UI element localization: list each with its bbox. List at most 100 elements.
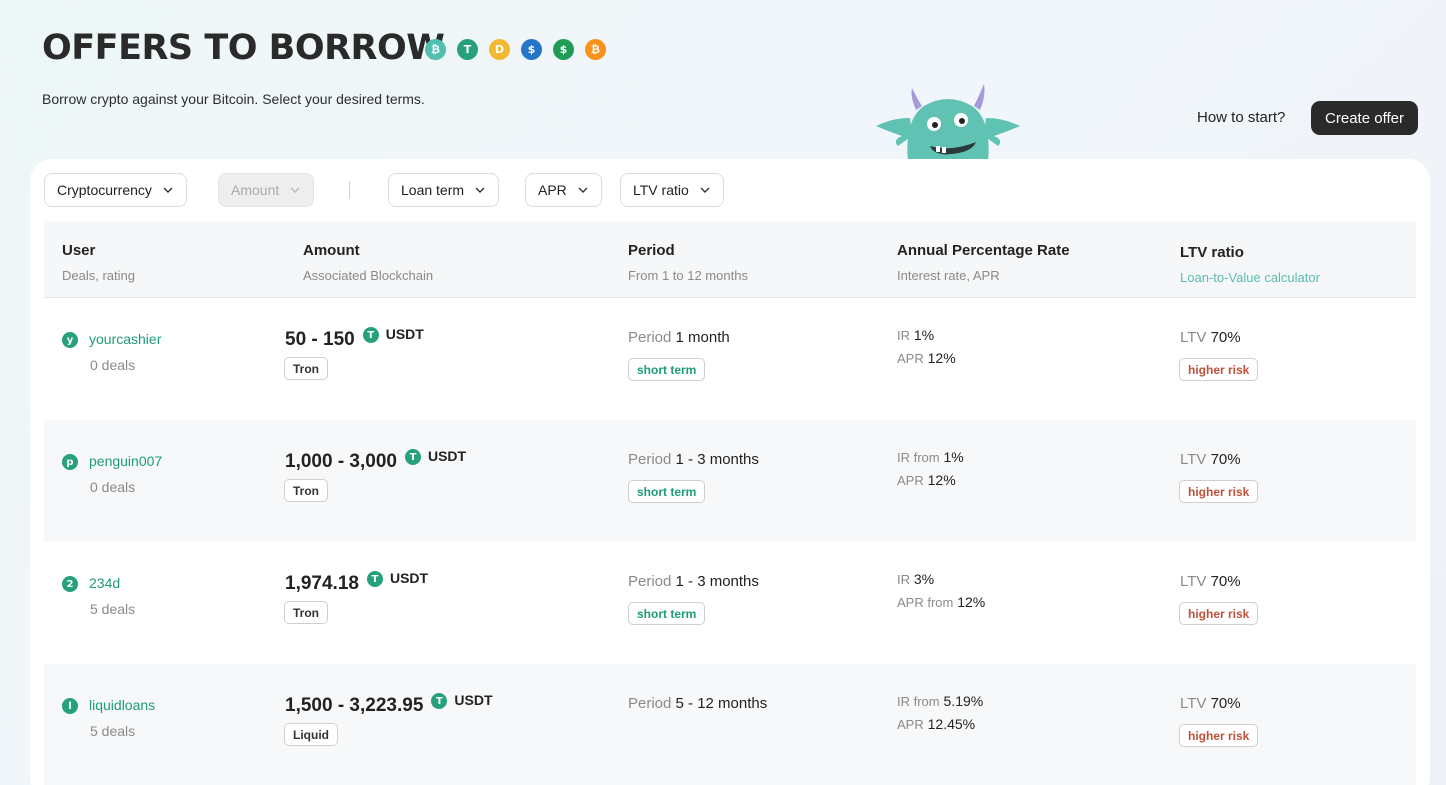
avatar: y bbox=[62, 332, 78, 348]
avatar: l bbox=[62, 698, 78, 714]
deals-count: 5 deals bbox=[90, 601, 136, 617]
apr-value: 12% bbox=[957, 594, 986, 610]
ltv-value: 70% bbox=[1210, 451, 1241, 468]
filter-loan-term[interactable]: Loan term bbox=[388, 173, 500, 207]
interest-rate: IR 1% bbox=[897, 327, 934, 343]
table-row[interactable]: l liquidloans 5 deals 1,500 - 3,223.95 T USDT… bbox=[44, 664, 1416, 785]
ltv-value: 70% bbox=[1210, 573, 1241, 590]
avatar: p bbox=[62, 454, 78, 470]
period-value: 1 - 3 months bbox=[675, 451, 759, 468]
filter-cryptocurrency[interactable]: Cryptocurrency bbox=[44, 173, 187, 207]
chevron-down-icon bbox=[578, 187, 588, 193]
term-badge: short term bbox=[628, 480, 706, 503]
filter-amount[interactable]: Amount bbox=[218, 173, 315, 207]
ir-value: 1% bbox=[913, 327, 935, 343]
apr-rate: APR 12% bbox=[897, 472, 956, 488]
ltv-value: 70% bbox=[1210, 329, 1241, 346]
ir-value: 3% bbox=[913, 571, 935, 587]
ir-label: IR from bbox=[897, 450, 940, 465]
filter-apr[interactable]: APR bbox=[525, 173, 602, 207]
apr-value: 12% bbox=[927, 350, 956, 366]
period: Period 1 month bbox=[628, 329, 730, 346]
table-row[interactable]: p penguin007 0 deals 1,000 - 3,000 T USDT Tron… bbox=[44, 420, 1416, 542]
column-subtitle: From 1 to 12 months bbox=[628, 268, 748, 283]
usdc-icon: $ bbox=[521, 39, 542, 60]
blockchain-badge: Tron bbox=[284, 479, 328, 502]
filter-divider bbox=[349, 181, 350, 199]
avatar: 2 bbox=[62, 576, 78, 592]
filter-label: Amount bbox=[231, 182, 280, 198]
token-symbol: USDT bbox=[389, 570, 429, 586]
table-row[interactable]: 2 234d 5 deals 1,974.18 T USDT Tron Period 1 - … bbox=[44, 542, 1416, 664]
deals-count: 0 deals bbox=[90, 479, 136, 495]
token-symbol: USDT bbox=[427, 448, 467, 464]
apr-value: 12% bbox=[927, 472, 956, 488]
ir-value: 5.19% bbox=[943, 693, 984, 709]
ltv: LTV 70% bbox=[1180, 573, 1241, 590]
interest-rate: IR from 1% bbox=[897, 449, 964, 465]
blockchain-badge: Tron bbox=[284, 601, 328, 624]
period-label: Period bbox=[628, 329, 672, 346]
ltv-label: LTV bbox=[1180, 451, 1207, 468]
apr-rate: APR from 12% bbox=[897, 594, 985, 610]
how-to-start-link[interactable]: How to start? bbox=[1197, 109, 1285, 126]
column-subtitle: Interest rate, APR bbox=[897, 268, 1000, 283]
period-label: Period bbox=[628, 573, 672, 590]
amount-block: 50 - 150 T USDT bbox=[285, 326, 424, 351]
column-subtitle: Associated Blockchain bbox=[303, 268, 434, 283]
usdt-icon: T bbox=[366, 571, 383, 587]
column-title: LTV ratio bbox=[1180, 244, 1244, 261]
ltv-calculator-link[interactable]: Loan-to-Value calculator bbox=[1180, 270, 1320, 285]
amount-block: 1,500 - 3,223.95 T USDT bbox=[285, 692, 493, 717]
user-link[interactable]: yourcashier bbox=[89, 331, 161, 347]
create-offer-button[interactable]: Create offer bbox=[1311, 101, 1418, 135]
column-title: Annual Percentage Rate bbox=[897, 242, 1070, 259]
ir-label: IR from bbox=[897, 694, 940, 709]
ltv: LTV 70% bbox=[1180, 329, 1241, 346]
period-label: Period bbox=[628, 451, 672, 468]
deals-count: 5 deals bbox=[90, 723, 136, 739]
period: Period 1 - 3 months bbox=[628, 451, 759, 468]
column-apr: Annual Percentage Rate Interest rate, AP… bbox=[897, 242, 1070, 283]
chevron-down-icon bbox=[163, 187, 173, 193]
filter-label: Loan term bbox=[401, 182, 465, 198]
usdt-icon: T bbox=[457, 39, 478, 60]
usdt-icon: T bbox=[404, 449, 421, 465]
wbtc-icon: ₿ bbox=[425, 39, 446, 60]
chevron-down-icon bbox=[475, 187, 485, 193]
blockchain-badge: Tron bbox=[284, 357, 328, 380]
usdt-icon: T bbox=[362, 327, 379, 343]
ltv: LTV 70% bbox=[1180, 695, 1241, 712]
ltv-label: LTV bbox=[1180, 695, 1207, 712]
interest-rate: IR 3% bbox=[897, 571, 934, 587]
ltv-label: LTV bbox=[1180, 573, 1207, 590]
token-symbol: USDT bbox=[454, 692, 493, 708]
apr-label: APR from bbox=[897, 595, 954, 610]
period-value: 1 month bbox=[675, 329, 730, 346]
filter-label: LTV ratio bbox=[633, 182, 689, 198]
user-link[interactable]: liquidloans bbox=[89, 697, 155, 713]
risk-badge: higher risk bbox=[1179, 358, 1259, 381]
filter-ltv-ratio[interactable]: LTV ratio bbox=[620, 173, 724, 207]
page-subtitle: Borrow crypto against your Bitcoin. Sele… bbox=[42, 91, 425, 107]
amount-value: 1,974.18 bbox=[285, 573, 359, 594]
dollar-icon: $ bbox=[553, 39, 574, 60]
table-row[interactable]: y yourcashier 0 deals 50 - 150 T USDT Tron Peri… bbox=[44, 298, 1416, 420]
apr-label: APR bbox=[897, 473, 924, 488]
apr-label: APR bbox=[897, 717, 924, 732]
column-subtitle: Deals, rating bbox=[62, 268, 135, 283]
column-title: Period bbox=[628, 242, 675, 259]
chevron-down-icon bbox=[290, 187, 300, 193]
amount-value: 50 - 150 bbox=[285, 329, 355, 350]
period-label: Period bbox=[628, 695, 672, 712]
user-link[interactable]: 234d bbox=[89, 575, 120, 591]
deals-count: 0 deals bbox=[90, 357, 136, 373]
token-symbol: USDT bbox=[385, 326, 424, 342]
apr-value: 12.45% bbox=[927, 716, 976, 732]
apr-rate: APR 12.45% bbox=[897, 716, 975, 732]
user-link[interactable]: penguin007 bbox=[89, 453, 162, 469]
ir-label: IR bbox=[897, 328, 910, 343]
apr-rate: APR 12% bbox=[897, 350, 956, 366]
ir-value: 1% bbox=[943, 449, 964, 465]
column-ltv: LTV ratio Loan-to-Value calculator bbox=[1180, 244, 1320, 285]
